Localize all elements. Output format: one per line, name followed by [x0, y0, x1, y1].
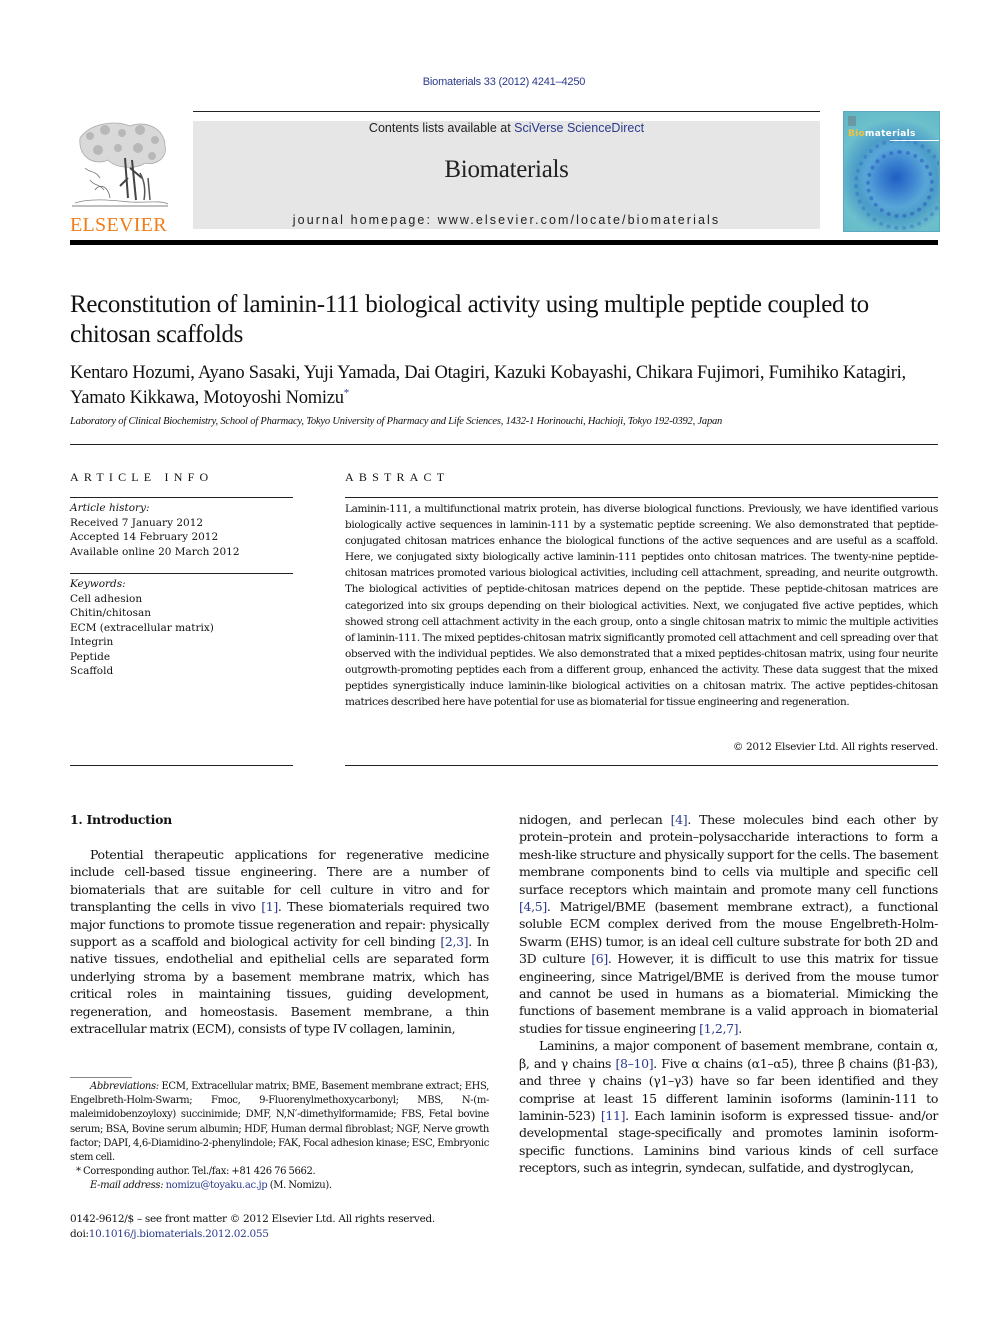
- abstract-text: Laminin-111, a multifunctional matrix pr…: [345, 503, 938, 709]
- body-text: nidogen, and perlecan: [519, 812, 671, 827]
- elsevier-logo[interactable]: ELSEVIER: [70, 118, 170, 236]
- journal-masthead: Contents lists available at SciVerse Sci…: [193, 121, 820, 229]
- reference-link[interactable]: [1,2,7]: [699, 1021, 738, 1036]
- body-column-left: Potential therapeutic applications for r…: [70, 846, 489, 1037]
- article-title: Reconstitution of laminin-111 biological…: [70, 291, 869, 348]
- abstract-bottom-rule: [345, 765, 938, 766]
- doi-line: doi:10.1016/j.biomaterials.2012.02.055: [70, 1227, 570, 1242]
- doi-link[interactable]: 10.1016/j.biomaterials.2012.02.055: [89, 1228, 269, 1240]
- history-accepted: Accepted 14 February 2012: [70, 531, 219, 543]
- corresponding-footnote: * Corresponding author. Tel./fax: +81 42…: [76, 1166, 316, 1178]
- footnote-rule: [70, 1077, 132, 1078]
- cover-title-rest: materials: [865, 129, 916, 139]
- journal-citation[interactable]: Biomaterials 33 (2012) 4241–4250: [0, 76, 992, 88]
- issn-line: 0142-9612/$ – see front matter © 2012 El…: [70, 1213, 435, 1225]
- footnotes: Abbreviations: ECM, Extracellular matrix…: [70, 1080, 489, 1194]
- article-info-rule: [70, 497, 293, 498]
- homepage-label: journal homepage:: [292, 213, 438, 227]
- contents-line: Contents lists available at SciVerse Sci…: [193, 121, 820, 135]
- body-text: . In native tissues, endothelial and epi…: [70, 934, 489, 1037]
- keywords-label: Keywords:: [70, 578, 126, 590]
- reference-link[interactable]: [6]: [591, 951, 608, 966]
- email-label: E-mail address:: [90, 1180, 164, 1192]
- keyword-item: Chitin/chitosan: [70, 607, 151, 619]
- homepage-link[interactable]: www.elsevier.com/locate/biomaterials: [438, 213, 721, 227]
- elsevier-wordmark: ELSEVIER: [70, 214, 167, 236]
- header-rule: [193, 111, 820, 112]
- affiliation-rule: [70, 444, 938, 445]
- section-heading-introduction: 1. Introduction: [70, 812, 172, 827]
- keyword-item: Cell adhesion: [70, 592, 143, 605]
- keyword-item: Scaffold: [70, 665, 114, 677]
- abbreviations-label: Abbreviations:: [90, 1081, 159, 1092]
- email-footnote: E-mail address: nomizu@toyaku.ac.jp (M. …: [70, 1179, 489, 1193]
- journal-cover-image[interactable]: Biomaterials: [843, 111, 940, 232]
- article-history: Article history: Received 7 January 2012…: [70, 501, 293, 559]
- history-received: Received 7 January 2012: [70, 516, 204, 529]
- abbreviations-text: ECM, Extracellular matrix; BME, Basement…: [70, 1081, 489, 1164]
- affiliation: Laboratory of Clinical Biochemistry, Sch…: [70, 416, 723, 427]
- paragraph: Potential therapeutic applications for r…: [70, 846, 489, 1037]
- article-info-bottom-rule: [70, 765, 293, 766]
- cover-title-highlight: Bio: [848, 129, 866, 139]
- header-thick-rule: [70, 240, 938, 245]
- reference-link[interactable]: [8–10]: [616, 1056, 654, 1071]
- author-list: Kentaro Hozumi, Ayano Sasaki, Yuji Yamad…: [70, 363, 950, 408]
- keywords: Keywords: Cell adhesion Chitin/chitosan …: [70, 577, 293, 679]
- keyword-item: Peptide: [70, 650, 111, 663]
- reference-link[interactable]: [4,5]: [519, 899, 547, 914]
- cover-pattern: [854, 138, 939, 230]
- email-suffix: (M. Nomizu).: [267, 1180, 332, 1192]
- article-info-heading: ARTICLE INFO: [70, 470, 214, 484]
- journal-name: Biomaterials: [444, 156, 569, 183]
- body-text: .: [738, 1020, 742, 1036]
- authors-text: Kentaro Hozumi, Ayano Sasaki, Yuji Yamad…: [70, 363, 906, 409]
- paragraph: Laminins, a major component of basement …: [519, 1037, 938, 1176]
- contents-prefix: Contents lists available at: [368, 121, 515, 135]
- corresponding-author-marker[interactable]: *: [344, 387, 350, 399]
- doi-label: doi:: [70, 1227, 89, 1240]
- abstract-copyright: © 2012 Elsevier Ltd. All rights reserved…: [732, 741, 938, 753]
- reference-link[interactable]: [4]: [671, 812, 688, 827]
- cover-elsevier-icon: [848, 116, 856, 126]
- sciencedirect-link[interactable]: SciVerse ScienceDirect: [514, 121, 644, 135]
- elsevier-tree-icon: [72, 122, 169, 207]
- abstract-heading: ABSTRACT: [345, 470, 450, 484]
- journal-homepage: journal homepage: www.elsevier.com/locat…: [193, 213, 820, 227]
- keyword-item: ECM (extracellular matrix): [70, 621, 214, 634]
- history-online: Available online 20 March 2012: [70, 545, 240, 558]
- abbreviations-footnote: Abbreviations: ECM, Extracellular matrix…: [70, 1080, 489, 1165]
- cover-rule: [890, 140, 939, 141]
- reference-link[interactable]: [11]: [601, 1108, 626, 1123]
- email-link[interactable]: nomizu@toyaku.ac.jp: [166, 1180, 268, 1191]
- paragraph: nidogen, and perlecan [4]. These molecul…: [519, 811, 938, 1037]
- cover-title: Biomaterials: [848, 129, 916, 139]
- keyword-item: Integrin: [70, 636, 114, 648]
- page-footer: 0142-9612/$ – see front matter © 2012 El…: [70, 1212, 570, 1241]
- reference-link[interactable]: [2,3]: [440, 934, 468, 949]
- abstract-rule: [345, 497, 938, 498]
- reference-link[interactable]: [1]: [261, 899, 278, 914]
- history-label: Article history:: [70, 502, 150, 514]
- keywords-rule: [70, 573, 293, 574]
- body-column-right: nidogen, and perlecan [4]. These molecul…: [519, 811, 938, 1177]
